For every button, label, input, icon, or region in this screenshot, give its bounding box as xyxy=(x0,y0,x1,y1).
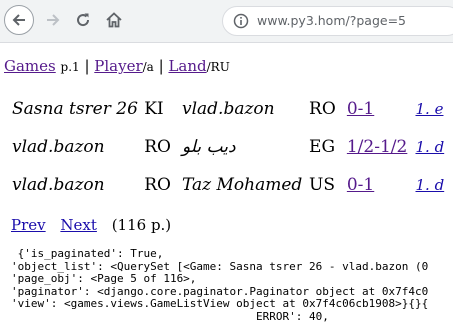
debug-context-output: {'is_paginated': True, 'object_list': <Q… xyxy=(11,248,453,327)
player-black: vlad.bazon xyxy=(182,99,275,119)
breadcrumb-separator: | xyxy=(84,57,90,75)
browser-toolbar: www.py3.hom/?page=5 xyxy=(0,0,453,43)
next-page-link[interactable]: Next xyxy=(60,216,97,234)
country-black: RO xyxy=(309,99,336,119)
table-row: vlad.bazon RO ديب بلو EG 1/2-1/2 1. d xyxy=(12,128,453,166)
player-link[interactable]: Player xyxy=(94,57,142,75)
address-bar[interactable]: www.py3.hom/?page=5 xyxy=(222,6,453,36)
debug-line: {'is_paginated': True, xyxy=(11,248,164,260)
player-white: vlad.bazon xyxy=(12,175,105,195)
home-icon xyxy=(106,12,122,28)
home-button[interactable] xyxy=(99,5,129,35)
back-button[interactable] xyxy=(4,5,34,35)
info-icon[interactable] xyxy=(233,13,249,29)
country-black: US xyxy=(309,175,336,195)
prev-page-link[interactable]: Prev xyxy=(11,216,46,234)
reload-button[interactable] xyxy=(68,5,98,35)
player-black: Taz Mohamed xyxy=(182,175,303,195)
games-link[interactable]: Games xyxy=(4,57,56,75)
land-link[interactable]: Land xyxy=(168,57,206,75)
player-white: vlad.bazon xyxy=(12,137,105,157)
country-white: RO xyxy=(144,137,171,157)
pagination: Prev Next (116 p.) xyxy=(11,216,171,234)
country-white: RO xyxy=(144,175,171,195)
breadcrumb-separator: | xyxy=(158,57,164,75)
player-white: Sasna tsrer 26 xyxy=(12,99,138,119)
debug-line: 'paginator': <django.core.paginator.Pagi… xyxy=(11,284,429,298)
arrow-left-icon xyxy=(12,14,25,26)
debug-line: 'page_obj': <Page 5 of 116>, xyxy=(11,272,197,285)
breadcrumb: Games p.1 | Player/a | Land/RU xyxy=(4,57,230,75)
result-link[interactable]: 0-1 xyxy=(347,175,374,195)
debug-line: ERROR': 40, xyxy=(11,309,329,323)
player-black: ديب بلو xyxy=(182,137,236,157)
result-link[interactable]: 0-1 xyxy=(347,99,374,119)
table-row: vlad.bazon RO Taz Mohamed US 0-1 1. d xyxy=(12,166,453,204)
arrow-right-icon xyxy=(47,14,60,26)
forward-button[interactable] xyxy=(38,5,68,35)
country-white: KI xyxy=(144,99,164,119)
result-link[interactable]: 1/2-1/2 xyxy=(347,137,407,157)
debug-line: 'object_list': <QuerySet [<Game: Sasna t… xyxy=(11,259,429,273)
games-page-label: p.1 xyxy=(60,60,80,74)
player-filter-label: /a xyxy=(142,60,154,74)
debug-line: 'view': <games.views.GameListView object… xyxy=(11,297,429,310)
moves-link[interactable]: 1. d xyxy=(416,138,445,156)
country-black: EG xyxy=(309,137,336,157)
moves-link[interactable]: 1. d xyxy=(416,176,445,194)
table-row: Sasna tsrer 26 KI vlad.bazon RO 0-1 1. e xyxy=(12,90,453,128)
moves-link[interactable]: 1. e xyxy=(416,100,444,118)
reload-icon xyxy=(77,13,90,27)
games-table: Sasna tsrer 26 KI vlad.bazon RO 0-1 1. e… xyxy=(12,90,453,204)
land-filter-label: /RU xyxy=(206,60,230,74)
page-count: (116 p.) xyxy=(111,216,172,234)
url-text: www.py3.hom/?page=5 xyxy=(257,13,406,28)
